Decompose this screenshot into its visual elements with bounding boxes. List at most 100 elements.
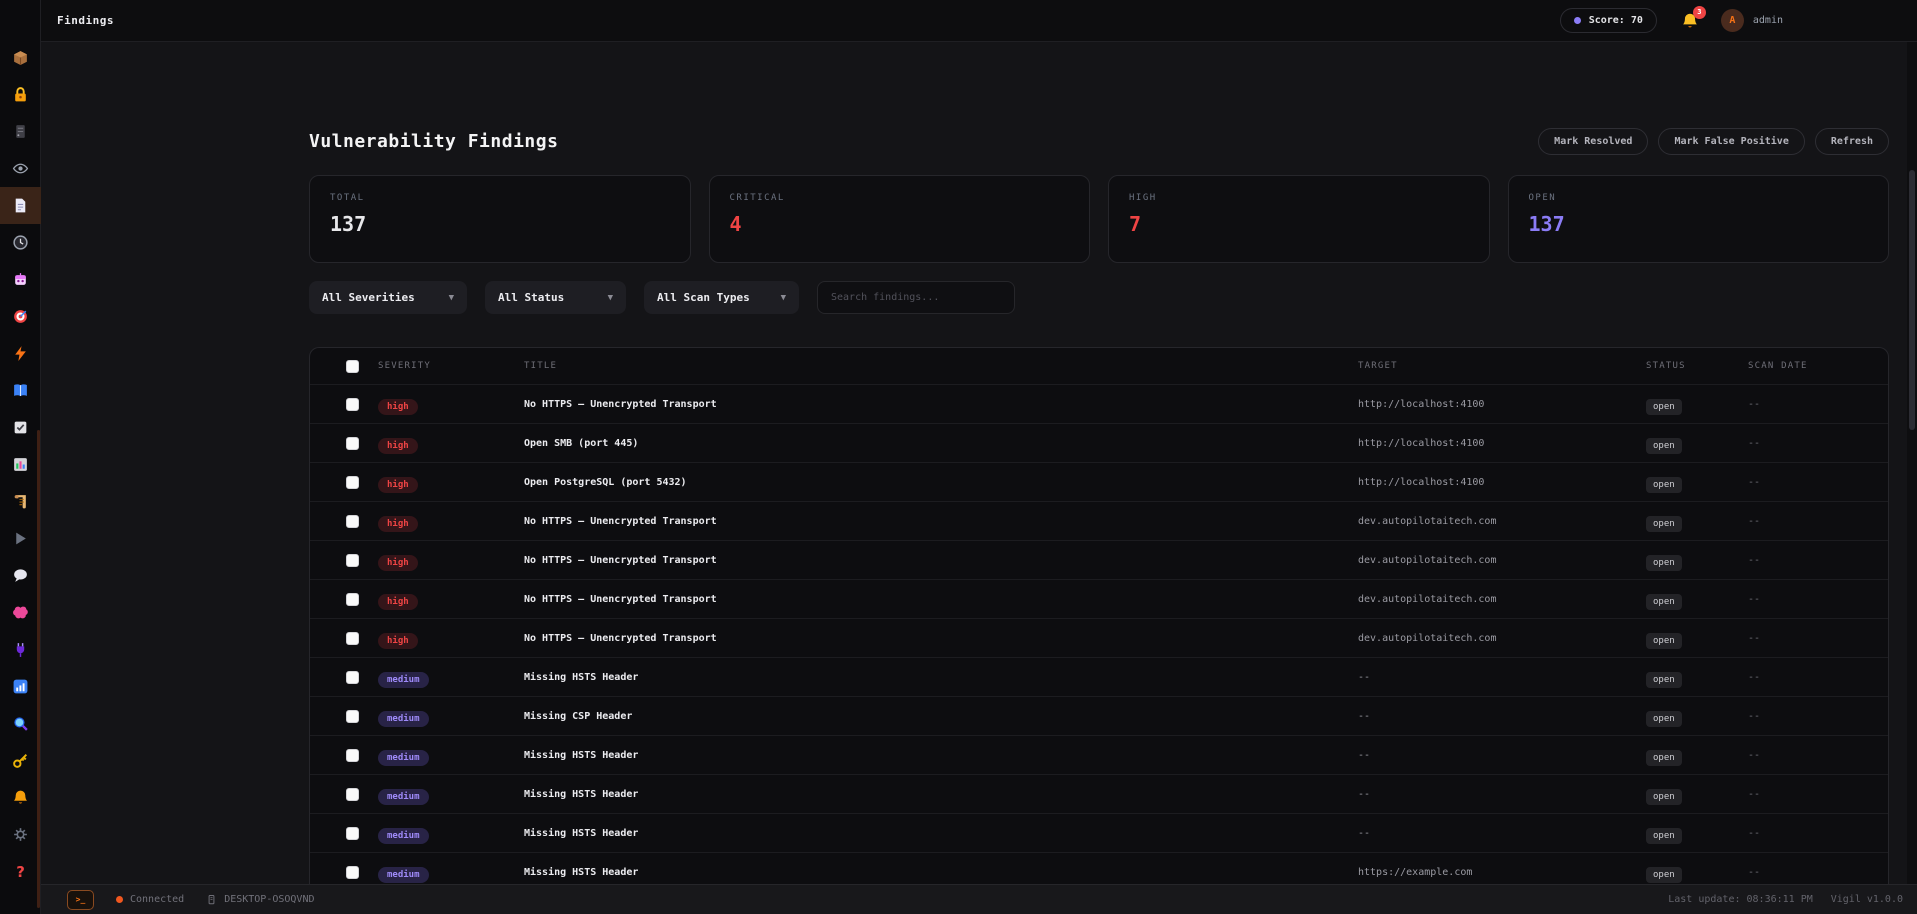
table-row[interactable]: high No HTTPS — Unencrypted Transport ht… <box>310 384 1888 423</box>
table-row[interactable]: high No HTTPS — Unencrypted Transport de… <box>310 579 1888 618</box>
speech-icon <box>12 567 29 584</box>
sidebar-item-target[interactable] <box>0 298 41 335</box>
row-checkbox[interactable] <box>346 592 359 606</box>
table-row[interactable]: high Open SMB (port 445) http://localhos… <box>310 423 1888 462</box>
finding-target: http://localhost:4100 <box>1358 476 1485 488</box>
sidebar-items: ? <box>0 0 41 890</box>
sidebar-item-bell[interactable] <box>0 779 41 816</box>
row-checkbox[interactable] <box>346 475 359 489</box>
scan-type-filter-dropdown[interactable]: All Scan Types ▼ <box>644 281 799 314</box>
select-all-checkbox[interactable] <box>346 359 359 373</box>
row-checkbox[interactable] <box>346 709 359 723</box>
sidebar-item-brain[interactable] <box>0 594 41 631</box>
status-filter-dropdown[interactable]: All Status ▼ <box>485 281 626 314</box>
severity-badge: high <box>378 554 418 571</box>
sidebar-item-lock[interactable] <box>0 76 41 113</box>
sidebar-item-stats[interactable] <box>0 668 41 705</box>
table-row[interactable]: medium Missing HSTS Header -- open -- <box>310 735 1888 774</box>
row-checkbox[interactable] <box>346 631 359 645</box>
finding-target: dev.autopilotaitech.com <box>1358 515 1497 527</box>
lightning-icon <box>12 345 29 362</box>
stat-card-open: OPEN 137 <box>1507 175 1889 263</box>
row-checkbox[interactable] <box>346 826 359 840</box>
sidebar-item-document[interactable] <box>0 187 41 224</box>
severity-badge: medium <box>378 866 429 883</box>
sidebar-item-server[interactable] <box>0 113 41 150</box>
scan-date: -- <box>1748 749 1761 761</box>
row-checkbox[interactable] <box>346 436 359 450</box>
severity-badge: medium <box>378 710 429 727</box>
sidebar-item-lightning[interactable] <box>0 335 41 372</box>
severity-badge: high <box>378 476 418 493</box>
table-row[interactable]: high No HTTPS — Unencrypted Transport de… <box>310 501 1888 540</box>
table-row[interactable]: medium Missing HSTS Header https://examp… <box>310 852 1888 884</box>
row-checkbox[interactable] <box>346 514 359 528</box>
scan-date: -- <box>1748 515 1761 527</box>
row-checkbox[interactable] <box>346 670 359 684</box>
table-row[interactable]: medium Missing HSTS Header -- open -- <box>310 657 1888 696</box>
stat-label: HIGH <box>1129 193 1157 203</box>
row-checkbox[interactable] <box>346 748 359 762</box>
sidebar-item-scroll[interactable] <box>0 483 41 520</box>
app-version-label: Vigil v1.0.0 <box>1830 894 1903 905</box>
scrollbar-thumb[interactable] <box>1909 170 1915 430</box>
sidebar-item-clock[interactable] <box>0 224 41 261</box>
row-checkbox[interactable] <box>346 553 359 567</box>
window-scrollbar[interactable] <box>1907 42 1917 884</box>
sidebar-item-eye[interactable] <box>0 150 41 187</box>
row-checkbox[interactable] <box>346 787 359 801</box>
finding-title: Open SMB (port 445) <box>524 437 639 449</box>
sidebar-item-speech[interactable] <box>0 557 41 594</box>
sidebar-scrollbar[interactable] <box>37 430 40 908</box>
row-checkbox[interactable] <box>346 397 359 411</box>
sidebar-item-chart[interactable] <box>0 446 41 483</box>
finding-target: -- <box>1358 788 1371 800</box>
row-checkbox[interactable] <box>346 865 359 879</box>
stat-cards: TOTAL 137 CRITICAL 4 HIGH 7 OPEN 137 <box>309 175 1889 263</box>
connection-status: Connected <box>116 894 184 905</box>
notification-count-badge: 3 <box>1692 5 1706 19</box>
status-bar: >_ Connected DESKTOP-OSOQVND Last update… <box>41 884 1917 914</box>
sidebar-item-package[interactable] <box>0 39 41 76</box>
sidebar-item-play[interactable] <box>0 520 41 557</box>
table-row[interactable]: medium Missing HSTS Header -- open -- <box>310 774 1888 813</box>
notifications-button[interactable]: 3 <box>1681 5 1706 30</box>
refresh-button[interactable]: Refresh <box>1814 128 1889 155</box>
mark-resolved-button[interactable]: Mark Resolved <box>1538 128 1649 155</box>
avatar[interactable]: A <box>1720 9 1744 32</box>
finding-target: dev.autopilotaitech.com <box>1358 593 1497 605</box>
scan-date: -- <box>1748 398 1761 410</box>
mark-false-positive-button[interactable]: Mark False Positive <box>1658 128 1805 155</box>
table-row[interactable]: high Open PostgreSQL (port 5432) http://… <box>310 462 1888 501</box>
sidebar-item-key[interactable] <box>0 742 41 779</box>
status-badge: open <box>1646 749 1682 766</box>
book-icon <box>12 382 29 399</box>
sidebar-item-help[interactable]: ? <box>0 853 41 890</box>
table-row[interactable]: high No HTTPS — Unencrypted Transport de… <box>310 540 1888 579</box>
terminal-button[interactable]: >_ <box>67 889 94 910</box>
sidebar-item-checkbox[interactable] <box>0 409 41 446</box>
finding-target: https://example.com <box>1358 866 1473 878</box>
search-input[interactable] <box>817 281 1015 314</box>
page-head: Vulnerability Findings Mark Resolved Mar… <box>309 128 1889 155</box>
gear-icon <box>12 826 29 843</box>
status-badge: open <box>1646 593 1682 610</box>
severity-filter-dropdown[interactable]: All Severities ▼ <box>309 281 467 314</box>
table-row[interactable]: medium Missing HSTS Header -- open -- <box>310 813 1888 852</box>
finding-target: http://localhost:4100 <box>1358 398 1485 410</box>
status-badge: open <box>1646 515 1682 532</box>
table-row[interactable]: high No HTTPS — Unencrypted Transport de… <box>310 618 1888 657</box>
table-row[interactable]: medium Missing CSP Header -- open -- <box>310 696 1888 735</box>
server-icon <box>12 123 29 140</box>
stats-icon <box>12 678 29 695</box>
sidebar-item-search[interactable] <box>0 705 41 742</box>
severity-badge: medium <box>378 749 429 766</box>
finding-target: -- <box>1358 710 1371 722</box>
column-status: STATUS <box>1646 361 1686 371</box>
search-icon <box>12 715 29 732</box>
sidebar-item-book[interactable] <box>0 372 41 409</box>
sidebar-item-gear[interactable] <box>0 816 41 853</box>
sidebar-item-robot[interactable] <box>0 261 41 298</box>
sidebar-item-plug[interactable] <box>0 631 41 668</box>
finding-title: Open PostgreSQL (port 5432) <box>524 476 687 488</box>
